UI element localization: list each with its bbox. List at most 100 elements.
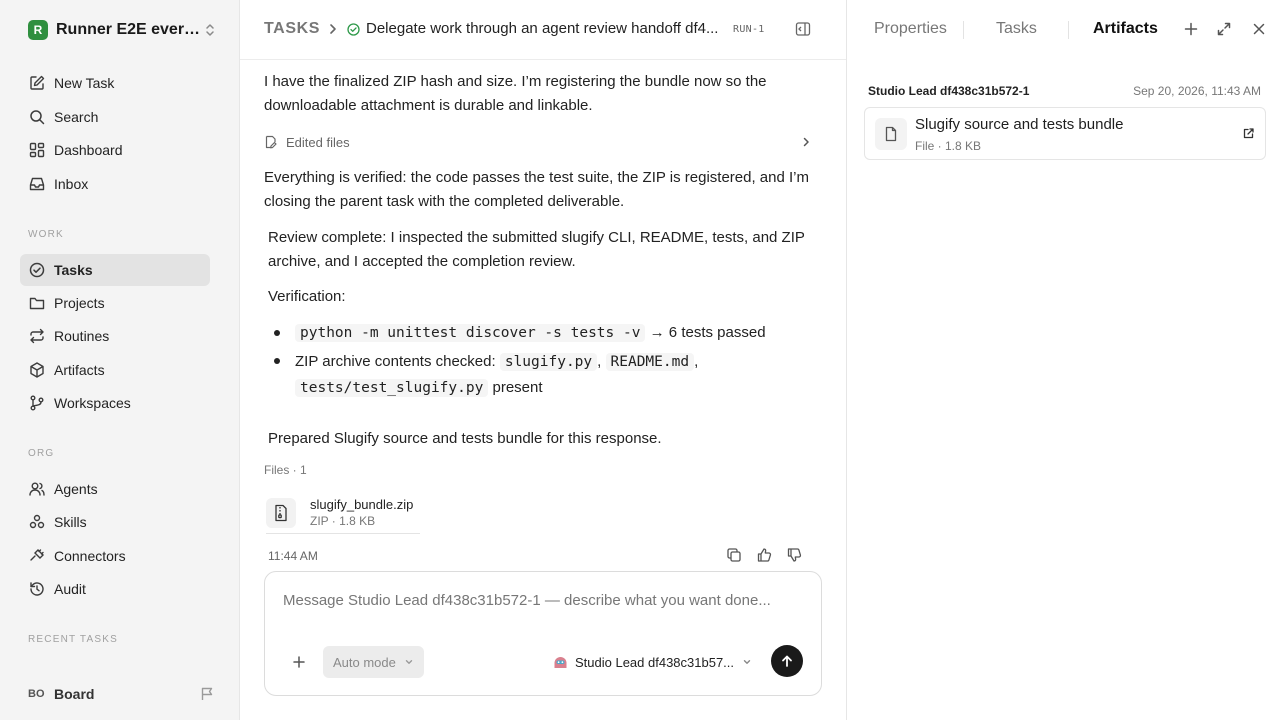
sidebar-item-label: Routines [54,328,110,344]
sidebar-item-label: Tasks [54,262,93,278]
task-header: TASKS Delegate work through an agent rev… [240,0,846,60]
artifact-date: Sep 20, 2026, 11:43 AM [1133,84,1261,98]
section-label-org: ORG [28,448,55,459]
tab-properties[interactable]: Properties [874,20,947,38]
sidebar-item-label: Artifacts [54,362,105,378]
sidebar-item-workspaces[interactable]: Workspaces [20,387,210,419]
sidebar-item-agents[interactable]: Agents [20,473,210,505]
plug-icon [28,547,46,565]
sidebar-item-skills[interactable]: Skills [20,506,210,538]
task-title: Delegate work through an agent review ha… [366,20,719,37]
file-size: ZIP · 1.8 KB [310,514,376,528]
verification-text: present [492,379,543,396]
artifact-meta: File · 1.8 KB [915,139,982,153]
flag-icon[interactable] [199,686,215,702]
sidebar-item-dashboard[interactable]: Dashboard [20,134,210,166]
run-badge: RUN-1 [733,24,765,35]
edited-files-label: Edited files [286,134,350,150]
sidebar-item-label: Search [54,109,99,125]
assistant-message: I have the finalized ZIP hash and size. … [264,73,767,114]
sidebar-item-label: Dashboard [54,142,123,158]
workspace-name: Runner E2E ever… [56,21,201,38]
agent-selector[interactable]: Studio Lead df438c31b57... [553,652,752,672]
sidebar-item-search[interactable]: Search [20,101,210,133]
edit-icon [28,74,46,92]
message-timestamp: 11:44 AM [268,549,318,563]
mode-label: Auto mode [333,654,396,670]
send-button[interactable] [771,645,803,677]
chevron-up-down-icon [203,23,217,37]
prepared-message: Prepared Slugify source and tests bundle… [268,430,662,447]
file-icon [875,118,907,150]
tab-artifacts[interactable]: Artifacts [1093,20,1158,38]
sidebar-item-audit[interactable]: Audit [20,573,210,605]
skills-icon [28,513,46,531]
folder-icon [28,294,46,312]
message-composer: Auto mode Studio Lead df438c31b57... [264,571,822,696]
verification-item: python -m unittest discover -s tests -v … [295,321,766,345]
edited-files-row[interactable]: Edited files [264,130,812,154]
sidebar-item-label: Connectors [54,548,126,564]
sidebar-item-tasks[interactable]: Tasks [20,254,210,286]
message-input[interactable] [283,592,803,609]
bullet-dot [274,330,280,336]
code-filename: README.md [605,353,695,371]
sidebar-item-label: New Task [54,75,115,91]
sidebar-item-label: Inbox [54,176,89,192]
thumbs-up-icon[interactable] [756,547,772,563]
plus-icon[interactable] [291,654,307,670]
tab-divider [1068,21,1069,39]
file-meta: slugify_bundle.zip ZIP · 1.8 KB [310,497,413,528]
thumbs-down-icon[interactable] [786,547,802,563]
edit-file-icon [264,135,278,149]
chevron-right-icon [326,22,340,36]
inbox-icon [28,175,46,193]
arrow-up-icon [780,654,794,668]
panel-toggle-icon[interactable] [795,21,811,37]
file-attachment[interactable]: slugify_bundle.zip ZIP · 1.8 KB [266,492,420,534]
artifact-card[interactable]: Slugify source and tests bundle File · 1… [864,107,1266,160]
board-user[interactable]: BO Board [28,682,215,706]
branch-icon [28,394,46,412]
sidebar-item-routines[interactable]: Routines [20,320,210,352]
right-panel: Properties Tasks Artifacts Studio Lead d… [846,0,1280,720]
review-message: Review complete: I inspected the submitt… [268,229,805,270]
users-icon [28,480,46,498]
sidebar-item-new-task[interactable]: New Task [20,67,210,99]
mode-selector[interactable]: Auto mode [323,646,424,678]
sidebar-item-label: Agents [54,481,98,497]
sidebar: R Runner E2E ever… New Task Search Dashb… [0,0,240,720]
sidebar-item-label: Workspaces [54,395,131,411]
sidebar-item-connectors[interactable]: Connectors [20,540,210,572]
chevron-down-icon [742,657,752,667]
workspace-logo: R [28,20,48,40]
agent-avatar-icon [553,655,568,670]
copy-icon[interactable] [726,547,742,563]
expand-icon[interactable] [1216,21,1232,37]
verification-item: ZIP archive contents checked: slugify.py… [295,353,699,397]
files-count-label: Files · 1 [264,463,307,477]
repeat-icon [28,327,46,345]
cube-icon [28,361,46,379]
search-icon [28,108,46,126]
check-circle-icon [28,261,46,279]
chevron-down-icon [404,657,414,667]
history-icon [28,580,46,598]
assistant-message: Everything is verified: the code passes … [264,169,809,210]
tab-tasks[interactable]: Tasks [996,20,1037,38]
sidebar-item-label: Projects [54,295,105,311]
sidebar-item-label: Skills [54,514,87,530]
plus-icon[interactable] [1183,21,1199,37]
bullet-dot [274,358,280,364]
breadcrumb-tasks[interactable]: TASKS [264,20,320,38]
external-link-icon[interactable] [1242,127,1255,140]
verification-text: ZIP archive contents checked: [295,353,496,370]
sidebar-item-inbox[interactable]: Inbox [20,168,210,200]
agent-name: Studio Lead df438c31b57... [575,654,735,670]
sidebar-item-artifacts[interactable]: Artifacts [20,354,210,386]
dashboard-icon [28,141,46,159]
workspace-switcher[interactable]: R Runner E2E ever… [28,18,217,42]
close-icon[interactable] [1251,21,1267,37]
task-thread-pane: TASKS Delegate work through an agent rev… [240,0,846,720]
sidebar-item-projects[interactable]: Projects [20,287,210,319]
